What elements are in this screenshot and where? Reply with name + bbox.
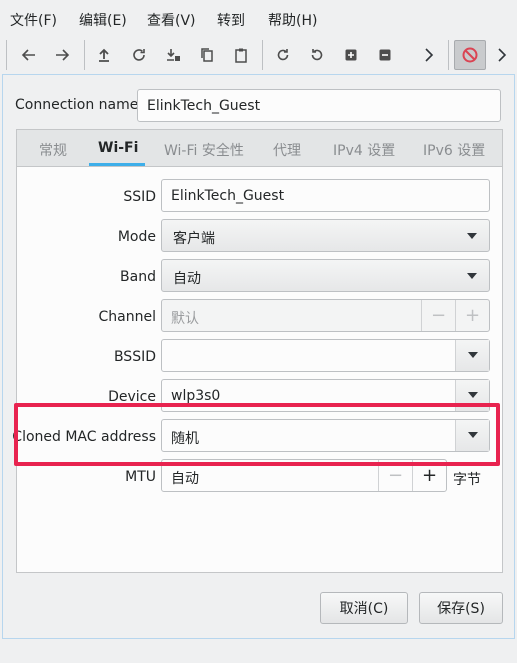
arrow-left-icon[interactable] [15, 40, 43, 70]
bssid-label: BSSID [113, 349, 156, 365]
mtu-spinbox[interactable]: 自动 − + [161, 459, 447, 492]
cloned-mac-value: 随机 [171, 431, 199, 447]
bssid-dropdown-button[interactable] [455, 340, 489, 371]
chevron-down-icon [467, 233, 477, 239]
mtu-increment-button[interactable]: + [412, 460, 446, 491]
add-square-icon[interactable] [337, 40, 365, 70]
menu-file[interactable]: 文件(F) [10, 10, 57, 30]
mode-label: Mode [117, 229, 156, 245]
channel-spinbox: 默认 − + [161, 299, 490, 332]
band-combobox[interactable]: 自动 [161, 259, 490, 292]
mtu-label: MTU [125, 469, 156, 485]
device-label: Device [108, 389, 156, 405]
save-button[interactable]: 保存(S) [419, 592, 503, 624]
channel-label: Channel [98, 309, 156, 325]
toolbar [0, 36, 517, 74]
chevron-down-icon [467, 273, 477, 279]
tab-wifi[interactable]: Wi-Fi [98, 140, 138, 156]
mtu-decrement-button[interactable]: − [378, 460, 412, 491]
cloned-mac-label: Cloned MAC address [12, 429, 156, 445]
connection-name-value: ElinkTech_Guest [147, 98, 261, 114]
rotate-cw-icon[interactable] [269, 40, 297, 70]
connection-name-field[interactable]: ElinkTech_Guest [137, 89, 501, 122]
device-combobox[interactable]: wlp3s0 [161, 379, 490, 412]
band-label: Band [120, 269, 156, 285]
ssid-field[interactable]: ElinkTech_Guest [161, 179, 490, 212]
rotate-ccw-icon[interactable] [303, 40, 331, 70]
copy-icon[interactable] [193, 40, 221, 70]
active-tab-indicator [89, 163, 145, 166]
mtu-value: 自动 [171, 471, 199, 487]
connection-name-label: Connection name [15, 97, 139, 113]
menu-edit[interactable]: 编辑(E) [79, 10, 127, 30]
arrow-right-icon[interactable] [48, 40, 76, 70]
cancel-button[interactable]: 取消(C) [320, 592, 408, 624]
upload-icon[interactable] [90, 40, 118, 70]
tab-wifi-security[interactable]: Wi-Fi 安全性 [164, 140, 244, 160]
clipboard-icon[interactable] [227, 40, 255, 70]
menu-help[interactable]: 帮助(H) [268, 10, 317, 30]
channel-value: 默认 [171, 311, 199, 327]
refresh-icon[interactable] [125, 40, 153, 70]
mtu-unit-label: 字节 [453, 472, 481, 488]
download-lock-icon[interactable] [159, 40, 187, 70]
cloned-mac-dropdown-button[interactable] [455, 420, 489, 451]
chevron-more-icon[interactable] [490, 40, 514, 70]
toolbar-separator [262, 40, 263, 70]
ssid-label: SSID [123, 189, 156, 205]
chevron-right-icon[interactable] [414, 40, 442, 70]
mode-value: 客户端 [173, 231, 215, 247]
band-value: 自动 [173, 271, 201, 287]
bssid-combobox[interactable] [161, 339, 490, 372]
tab-bar: 常规 Wi-Fi Wi-Fi 安全性 代理 IPv4 设置 IPv6 设置 [17, 130, 502, 167]
channel-increment-button: + [455, 300, 489, 331]
tab-proxy[interactable]: 代理 [273, 140, 301, 160]
no-entry-icon[interactable] [454, 40, 486, 70]
menu-view[interactable]: 查看(V) [147, 10, 196, 30]
toolbar-separator [84, 40, 85, 70]
tab-widget: 常规 Wi-Fi Wi-Fi 安全性 代理 IPv4 设置 IPv6 设置 SS… [12, 129, 503, 573]
ssid-value: ElinkTech_Guest [171, 188, 285, 204]
menubar: 文件(F) 编辑(E) 查看(V) 转到 帮助(H) [0, 0, 517, 36]
device-value: wlp3s0 [171, 388, 221, 404]
tab-ipv4[interactable]: IPv4 设置 [333, 140, 395, 160]
cloned-mac-combobox[interactable]: 随机 [161, 419, 490, 452]
device-dropdown-button[interactable] [455, 380, 489, 411]
connection-editor-dialog: Connection name ElinkTech_Guest 常规 Wi-Fi… [2, 74, 515, 639]
remove-square-icon[interactable] [371, 40, 399, 70]
toolbar-separator [448, 40, 449, 70]
tab-general[interactable]: 常规 [39, 140, 67, 160]
tab-ipv6[interactable]: IPv6 设置 [423, 140, 485, 160]
mode-combobox[interactable]: 客户端 [161, 219, 490, 252]
channel-decrement-button: − [421, 300, 455, 331]
toolbar-separator [6, 40, 7, 70]
menu-go[interactable]: 转到 [217, 10, 245, 30]
